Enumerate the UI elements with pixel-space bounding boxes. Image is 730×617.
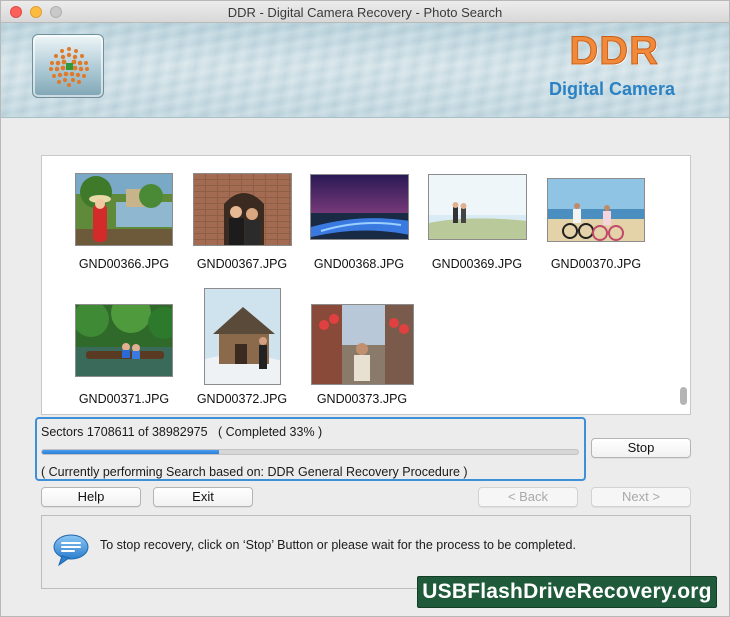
progress-bar — [41, 449, 579, 455]
back-button[interactable]: < Back — [478, 487, 578, 507]
app-window: DDR - Digital Camera Recovery - Photo Se… — [0, 0, 730, 617]
brand-title: DDR — [569, 29, 659, 74]
search-progress-group: Sectors 1708611 of 38982975 ( Completed … — [35, 417, 586, 481]
stop-button[interactable]: Stop — [591, 438, 691, 458]
next-button[interactable]: Next > — [591, 487, 691, 507]
sector-progress-text: Sectors 1708611 of 38982975 ( Completed … — [41, 425, 323, 439]
header-banner: DDR Digital Camera — [1, 23, 729, 118]
brand-subtitle: Digital Camera — [548, 79, 675, 99]
photo-preview — [310, 174, 409, 240]
photo-preview — [547, 178, 645, 242]
dotted-sphere-icon — [49, 47, 89, 87]
photo-preview — [75, 304, 173, 377]
photo-preview — [193, 173, 292, 246]
app-logo — [32, 34, 104, 98]
photo-preview — [204, 288, 281, 385]
exit-button[interactable]: Exit — [153, 487, 253, 507]
watermark-banner: USBFlashDriveRecovery.org — [417, 576, 717, 608]
window-title: DDR - Digital Camera Recovery - Photo Se… — [227, 5, 503, 20]
progress-bar-fill — [42, 450, 219, 454]
info-message-text: To stop recovery, click on ‘Stop’ Button… — [100, 538, 576, 552]
speech-bubble-icon — [53, 534, 89, 567]
photo-filename: GND00370.JPG — [550, 257, 642, 271]
photo-filename: GND00373.JPG — [316, 392, 408, 406]
photo-filename: GND00372.JPG — [196, 392, 288, 406]
photo-preview — [75, 173, 173, 246]
recovered-photos-panel[interactable]: GND00366.JPG GND00367.JPG GND00368.JPG G… — [41, 155, 691, 415]
title-bar: DDR - Digital Camera Recovery - Photo Se… — [1, 1, 729, 23]
help-button[interactable]: Help — [41, 487, 141, 507]
procedure-status-text: ( Currently performing Search based on: … — [41, 465, 468, 479]
vertical-scrollbar[interactable] — [680, 387, 687, 405]
photo-preview — [311, 304, 414, 385]
photo-preview — [428, 174, 527, 240]
